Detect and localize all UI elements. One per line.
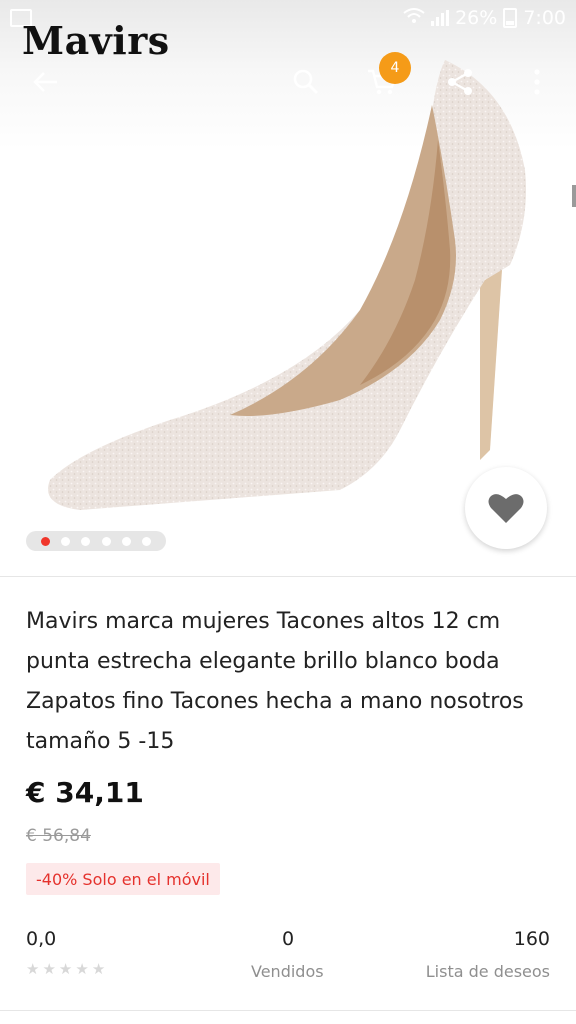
heart-icon <box>488 494 524 523</box>
rating-value: 0,0 <box>26 928 57 950</box>
star-icon: ★ <box>91 960 106 978</box>
star-icon: ★ <box>42 960 56 978</box>
current-price: € 34,11 <box>26 776 144 809</box>
sold-label: Vendidos <box>251 962 324 981</box>
share-button[interactable] <box>436 54 484 110</box>
battery-icon <box>503 8 518 28</box>
rating-stars: ★ ★ ★ ★ ★ <box>26 960 105 978</box>
star-icon: ★ <box>26 960 40 978</box>
share-icon <box>448 69 472 95</box>
product-stats: 0,0 ★ ★ ★ ★ ★ 0 Vendidos 160 Lista de de… <box>26 926 550 986</box>
battery-level: 26% <box>455 7 498 29</box>
top-toolbar <box>0 54 576 110</box>
product-image-gallery[interactable]: 26% 7:00 Mavirs 4 <box>0 0 576 576</box>
divider <box>0 1010 576 1011</box>
favorite-button[interactable] <box>465 467 547 549</box>
wifi-icon <box>403 7 425 29</box>
scroll-indicator <box>572 185 576 207</box>
sold-value: 0 <box>282 928 295 950</box>
search-icon <box>293 69 319 95</box>
pager-dot[interactable] <box>61 536 71 546</box>
star-icon: ★ <box>75 960 89 978</box>
wishlist-label: Lista de deseos <box>425 962 550 981</box>
original-price: € 56,84 <box>26 826 91 846</box>
arrow-left-icon <box>33 72 57 92</box>
star-icon: ★ <box>58 960 73 978</box>
pager-dot[interactable] <box>41 536 51 546</box>
pager-dot[interactable] <box>101 536 111 546</box>
wishlist-value: 160 <box>513 928 550 950</box>
more-options-button[interactable] <box>513 54 561 110</box>
signal-icon <box>431 10 450 26</box>
divider <box>0 576 576 577</box>
more-vert-icon <box>534 69 540 95</box>
discount-badge: -40% Solo en el móvil <box>26 863 220 895</box>
clock: 7:00 <box>523 7 566 29</box>
product-title: Mavirs marca mujeres Tacones altos 12 cm… <box>26 609 524 754</box>
pager-dot[interactable] <box>121 536 131 546</box>
back-button[interactable] <box>21 54 69 110</box>
pager-dot[interactable] <box>141 536 151 546</box>
search-button[interactable] <box>282 54 330 110</box>
image-pager[interactable] <box>26 531 166 551</box>
product-photo <box>48 60 526 510</box>
pager-dot[interactable] <box>81 536 91 546</box>
cart-count-badge: 4 <box>379 52 411 84</box>
